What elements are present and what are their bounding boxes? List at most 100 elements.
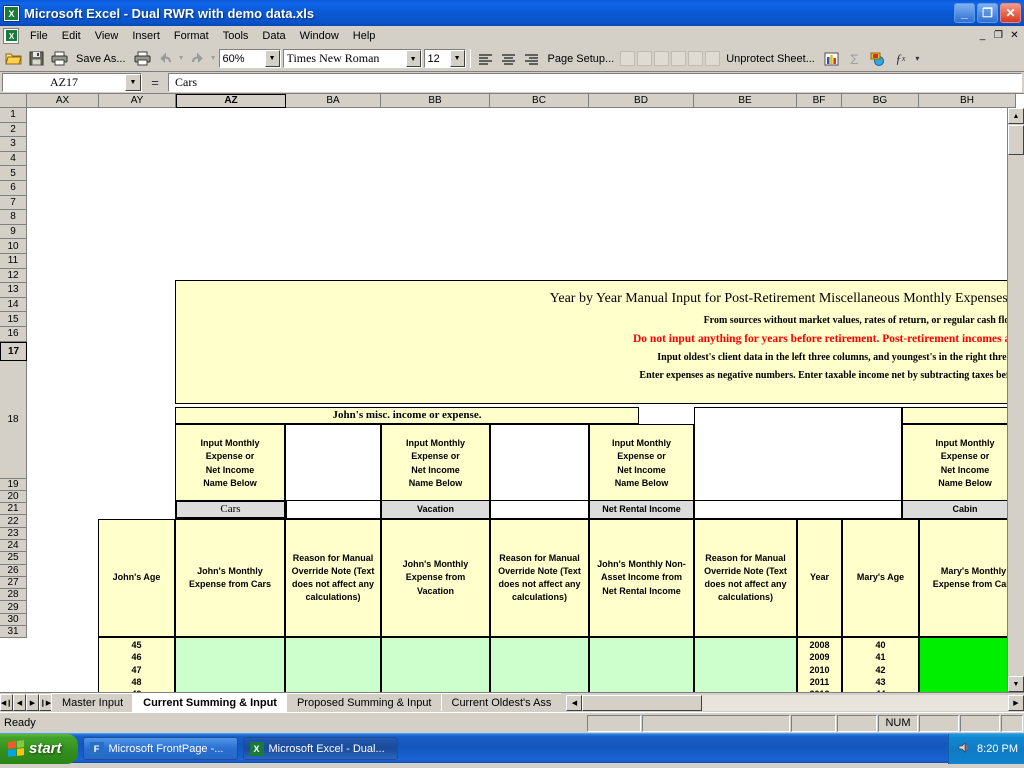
data-column-reason-override-1[interactable] [285, 637, 381, 692]
name-cell-spacer-1[interactable] [286, 500, 381, 519]
data-column-marys-age[interactable]: 40414243444546474849505152 [842, 637, 919, 692]
scroll-down-button[interactable]: ▼ [1008, 676, 1024, 692]
row-header-7[interactable]: 7 [0, 195, 27, 211]
name-box[interactable]: AZ17 ▼ [2, 73, 142, 92]
row-header-1[interactable]: 1 [0, 108, 27, 123]
column-header-BA[interactable]: BA [286, 94, 381, 108]
row-header-30[interactable]: 30 [0, 613, 27, 627]
horizontal-scroll-track[interactable] [582, 694, 1008, 711]
row-header-29[interactable]: 29 [0, 601, 27, 614]
row-header-15[interactable]: 15 [0, 312, 27, 327]
row-header-9[interactable]: 9 [0, 224, 27, 240]
font-size-dropdown-arrow[interactable]: ▼ [449, 50, 465, 67]
workbook-icon[interactable]: X [3, 27, 19, 44]
row-header-6[interactable]: 6 [0, 180, 27, 196]
map-icon[interactable] [866, 48, 889, 70]
column-header-BB[interactable]: BB [381, 94, 490, 108]
document-minimize-button[interactable]: _ [975, 28, 990, 43]
row-header-21[interactable]: 21 [0, 503, 27, 516]
insert-function-icon[interactable]: ƒx [889, 48, 912, 70]
folder-open-icon[interactable] [2, 48, 25, 70]
taskbar-item-frontpage[interactable]: F Microsoft FrontPage -... [82, 737, 238, 760]
column-header-BG[interactable]: BG [842, 94, 919, 108]
maximize-restore-button[interactable]: ❐ [977, 3, 998, 23]
menu-data[interactable]: Data [255, 28, 292, 44]
border-button-5-icon[interactable] [688, 51, 704, 66]
data-column-marys-expense-cabin[interactable] [919, 637, 1007, 692]
data-column-johns-nonasset-rental[interactable]: $1,000$950-$500 [589, 637, 694, 692]
scroll-right-button[interactable]: ▶ [1008, 694, 1024, 711]
font-name-combo[interactable]: Times New Roman ▼ [282, 49, 422, 68]
sheet-tab-master-input[interactable]: Master Input [51, 693, 134, 711]
formula-input[interactable]: Cars [168, 73, 1022, 92]
vertical-scroll-thumb[interactable] [1008, 125, 1024, 155]
scroll-left-button[interactable]: ◀ [566, 694, 583, 711]
column-header-BD[interactable]: BD [589, 94, 694, 108]
row-header-16[interactable]: 16 [0, 326, 27, 342]
zoom-combo[interactable]: 60% ▼ [218, 49, 281, 68]
menu-edit[interactable]: Edit [55, 28, 88, 44]
menu-help[interactable]: Help [346, 28, 383, 44]
vertical-scrollbar[interactable]: ▲ ▼ [1007, 108, 1024, 692]
data-column-reason-override-3[interactable]: Net rentalproperty incomes.Market values [694, 637, 797, 692]
row-header-4[interactable]: 4 [0, 151, 27, 167]
undo-icon[interactable] [154, 48, 177, 70]
chart-wizard-icon[interactable] [820, 48, 843, 70]
first-sheet-button[interactable]: ◀❙ [0, 694, 13, 711]
name-cell-net-rental-income[interactable]: Net Rental Income [589, 500, 694, 519]
select-all-corner[interactable] [0, 94, 27, 108]
row-header-14[interactable]: 14 [0, 297, 27, 313]
sheet-tab-proposed-summing-input[interactable]: Proposed Summing & Input [285, 693, 442, 711]
name-cell-spacer-2[interactable] [490, 500, 589, 519]
previous-sheet-button[interactable]: ◀ [13, 694, 26, 711]
printer-icon[interactable] [48, 48, 71, 70]
row-header-24[interactable]: 24 [0, 539, 27, 553]
next-sheet-button[interactable]: ▶ [26, 694, 39, 711]
data-column-johns-expense-cars[interactable] [175, 637, 285, 692]
row-header-3[interactable]: 3 [0, 137, 27, 152]
horizontal-scrollbar[interactable]: ◀ ▶ [566, 694, 1024, 711]
taskbar-clock[interactable]: 8:20 PM [977, 743, 1018, 755]
row-header-19[interactable]: 19 [0, 478, 27, 491]
column-header-AZ[interactable]: AZ [176, 94, 286, 108]
row-header-26[interactable]: 26 [0, 564, 27, 577]
data-column-johns-expense-vacation[interactable] [381, 637, 490, 692]
align-left-icon[interactable] [474, 48, 497, 70]
start-button[interactable]: start [0, 733, 78, 764]
redo-icon[interactable] [186, 48, 209, 70]
menu-file[interactable]: File [23, 28, 55, 44]
horizontal-scroll-thumb[interactable] [582, 694, 703, 711]
save-as-button[interactable]: Save As... [71, 50, 131, 68]
name-box-dropdown-arrow[interactable]: ▼ [125, 74, 141, 91]
redo-dropdown-icon[interactable]: ▼ [209, 48, 218, 70]
row-header-25[interactable]: 25 [0, 552, 27, 565]
row-header-17[interactable]: 17 [0, 341, 27, 361]
border-button-1-icon[interactable] [620, 51, 636, 66]
menu-tools[interactable]: Tools [216, 28, 256, 44]
column-header-BH[interactable]: BH [919, 94, 1016, 108]
font-name-dropdown-arrow[interactable]: ▼ [405, 50, 421, 67]
undo-dropdown-icon[interactable]: ▼ [177, 48, 186, 70]
row-header-18[interactable]: 18 [0, 360, 27, 479]
sheet-tab-current-summing-input[interactable]: Current Summing & Input [132, 693, 287, 712]
row-header-2[interactable]: 2 [0, 122, 27, 138]
document-restore-button[interactable]: ❐ [991, 28, 1006, 43]
menu-view[interactable]: View [88, 28, 126, 44]
minimize-button[interactable]: _ [954, 3, 975, 23]
border-button-6-icon[interactable] [705, 51, 721, 66]
row-header-11[interactable]: 11 [0, 253, 27, 269]
sheet-tab-current-oldests-ass[interactable]: Current Oldest's Ass [440, 693, 562, 711]
row-header-5[interactable]: 5 [0, 166, 27, 181]
menu-insert[interactable]: Insert [125, 28, 167, 44]
scroll-up-button[interactable]: ▲ [1008, 108, 1024, 124]
zoom-dropdown-arrow[interactable]: ▼ [264, 50, 280, 67]
border-button-2-icon[interactable] [637, 51, 653, 66]
row-header-13[interactable]: 13 [0, 283, 27, 298]
toolbar-overflow-icon[interactable]: ▾ [912, 48, 923, 70]
data-column-reason-override-2[interactable] [490, 637, 589, 692]
row-header-8[interactable]: 8 [0, 210, 27, 225]
row-header-22[interactable]: 22 [0, 515, 27, 528]
autosum-icon[interactable]: Σ [843, 48, 866, 70]
unprotect-sheet-button[interactable]: Unprotect Sheet... [721, 50, 820, 68]
taskbar-item-excel[interactable]: X Microsoft Excel - Dual... [242, 737, 398, 760]
